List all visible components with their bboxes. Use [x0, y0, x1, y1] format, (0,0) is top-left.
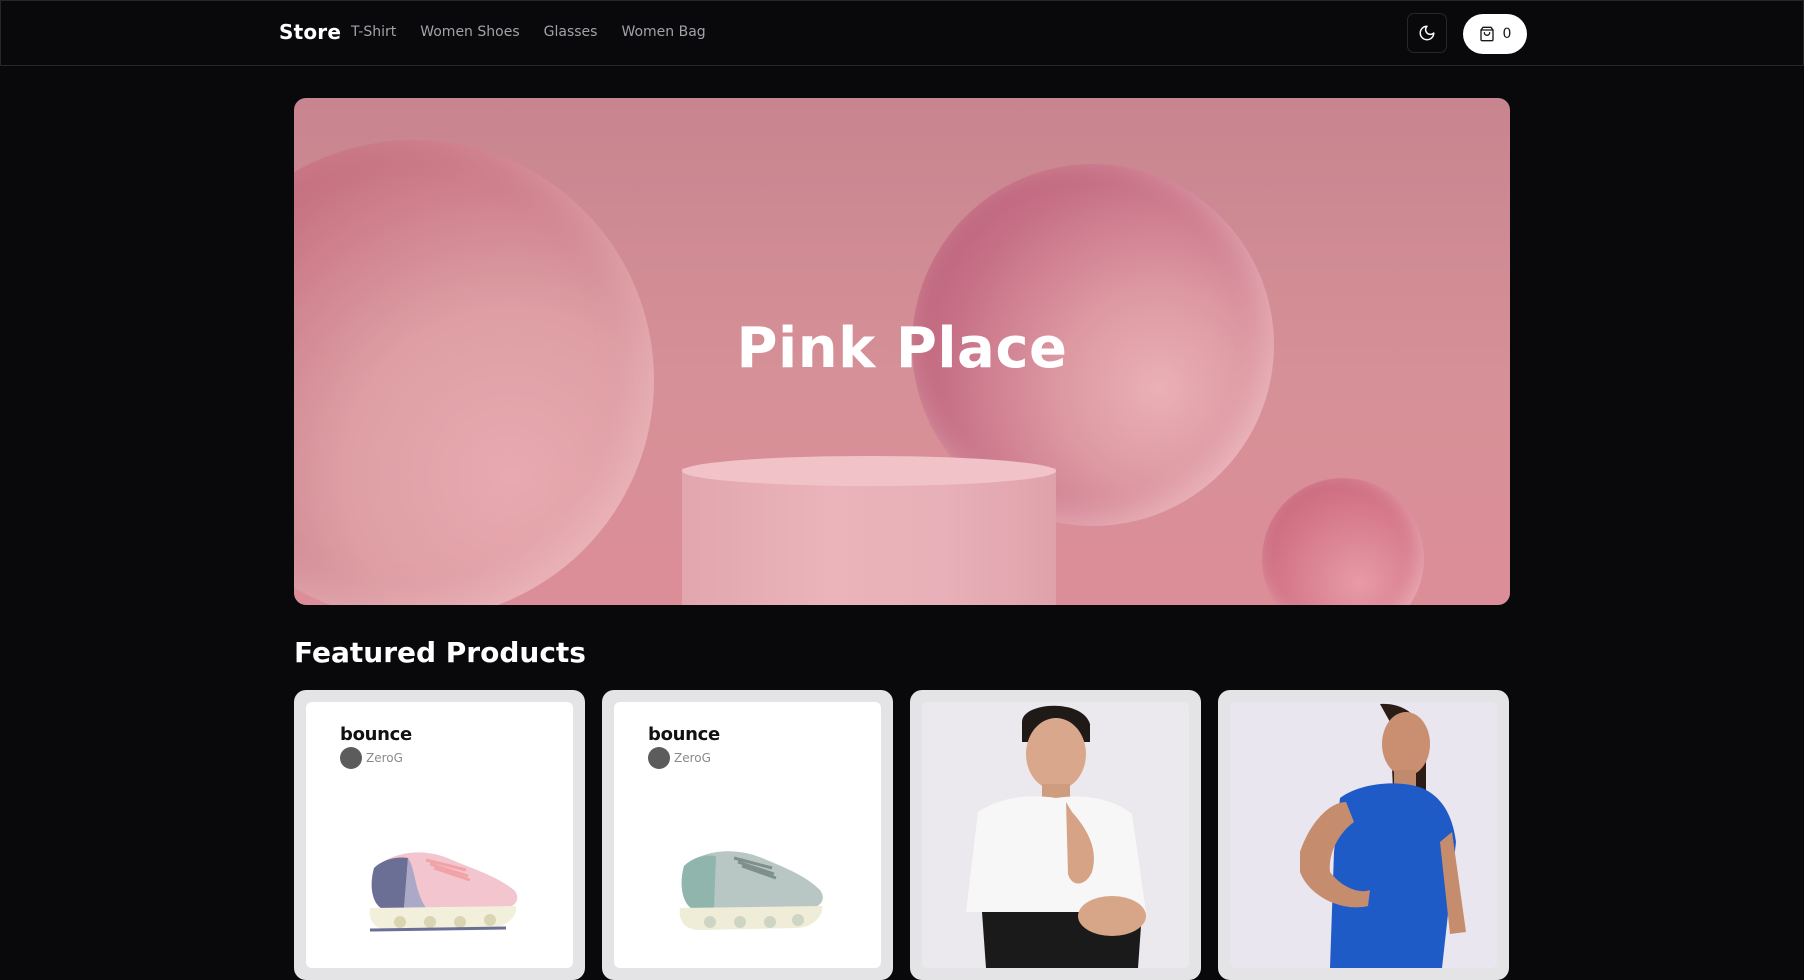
hero-billboard: Pink Place	[294, 98, 1510, 605]
man-white-tshirt-image	[922, 702, 1189, 968]
woman-blue-tshirt-image	[1230, 702, 1497, 968]
brand-logo: bounce ZeroG	[340, 724, 412, 769]
cart-button[interactable]: 0	[1463, 14, 1527, 54]
hero-pedestal-top	[682, 456, 1056, 486]
brand-logo: bounce ZeroG	[648, 724, 720, 769]
product-card[interactable]	[1218, 690, 1509, 980]
nav-link-tshirt[interactable]: T-Shirt	[351, 24, 396, 40]
product-image: bounce ZeroG	[306, 702, 573, 968]
hero-bubble	[1262, 478, 1424, 605]
hero-title: Pink Place	[736, 316, 1068, 381]
product-grid: bounce ZeroG bounce ZeroG	[294, 690, 1510, 980]
theme-toggle-button[interactable]	[1407, 13, 1447, 53]
brand-logo-mark	[648, 747, 670, 769]
brand-logo-mark	[340, 747, 362, 769]
hero-pedestal	[682, 468, 1056, 605]
brand-logo-subtext: ZeroG	[366, 751, 403, 765]
brand-logo-subtext: ZeroG	[674, 751, 711, 765]
top-navbar: Store T-Shirt Women Shoes Glasses Women …	[0, 0, 1804, 66]
shopping-bag-icon	[1479, 26, 1494, 42]
moon-icon	[1419, 25, 1435, 41]
nav-link-women-bag[interactable]: Women Bag	[621, 24, 705, 40]
brand-logo-text: bounce	[340, 724, 412, 745]
product-card[interactable]	[910, 690, 1201, 980]
section-title: Featured Products	[294, 636, 586, 669]
sneaker-image	[369, 852, 518, 932]
product-image	[1230, 702, 1497, 968]
store-logo[interactable]: Store	[279, 20, 341, 44]
cart-count: 0	[1502, 26, 1512, 42]
product-image	[922, 702, 1189, 968]
product-image: bounce ZeroG	[614, 702, 881, 968]
product-card[interactable]: bounce ZeroG	[294, 690, 585, 980]
nav-link-glasses[interactable]: Glasses	[544, 24, 598, 40]
sneaker-image	[679, 851, 823, 930]
main-nav: T-Shirt Women Shoes Glasses Women Bag	[351, 24, 706, 40]
brand-logo-text: bounce	[648, 724, 720, 745]
nav-link-women-shoes[interactable]: Women Shoes	[420, 24, 519, 40]
product-card[interactable]: bounce ZeroG	[602, 690, 893, 980]
